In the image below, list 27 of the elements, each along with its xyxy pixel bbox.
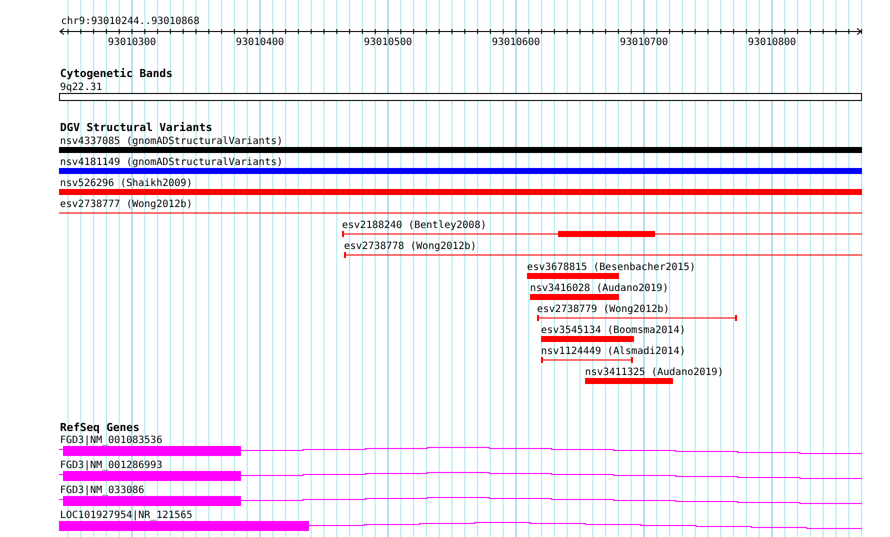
feature-label: esv3545134 (Boomsma2014) — [541, 325, 686, 336]
feature-label: esv2738779 (Wong2012b) — [537, 304, 670, 315]
track-title: DGV Structural Variants — [60, 121, 212, 134]
tick-label: 93010500 — [364, 37, 412, 48]
feature-label: nsv3416028 (Audano2019) — [530, 283, 668, 294]
feature-label: nsv526296 (Shaikh2009) — [60, 178, 192, 189]
tick-label: 93010800 — [748, 37, 796, 48]
feature-label: esv2738778 (Wong2012b) — [344, 241, 476, 252]
feature-label: esv2188240 (Bentley2008) — [342, 220, 486, 231]
location-label: chr9:93010244..93010868 — [61, 16, 200, 27]
feature-label: 9q22.31 — [60, 82, 102, 93]
feature-label: esv3678815 (Besenbacher2015) — [527, 262, 696, 273]
feature-label: nsv3411325 (Audano2019) — [585, 367, 724, 378]
tick-label: 93010600 — [492, 37, 540, 48]
tick-label: 93010300 — [108, 37, 156, 48]
feature-label: FGD3|NM_001286993 — [60, 460, 162, 471]
feature-label: nsv1124449 (Alsmadi2014) — [541, 346, 686, 357]
feature-label: esv2738777 (Wong2012b) — [60, 199, 192, 210]
feature-label: LOC101927954|NR_121565 — [60, 510, 192, 521]
feature-label: nsv4337085 (gnomADStructuralVariants) — [60, 136, 283, 147]
tick-label: 93010400 — [236, 37, 284, 48]
track-title: RefSeq Genes — [60, 421, 140, 434]
feature-label: FGD3|NM_001083536 — [60, 435, 162, 446]
feature-label: nsv4181149 (gnomADStructuralVariants) — [60, 157, 283, 168]
track-title: Cytogenetic Bands — [60, 67, 173, 80]
feature-label: FGD3|NM_033086 — [60, 485, 144, 496]
tick-label: 93010700 — [620, 37, 668, 48]
